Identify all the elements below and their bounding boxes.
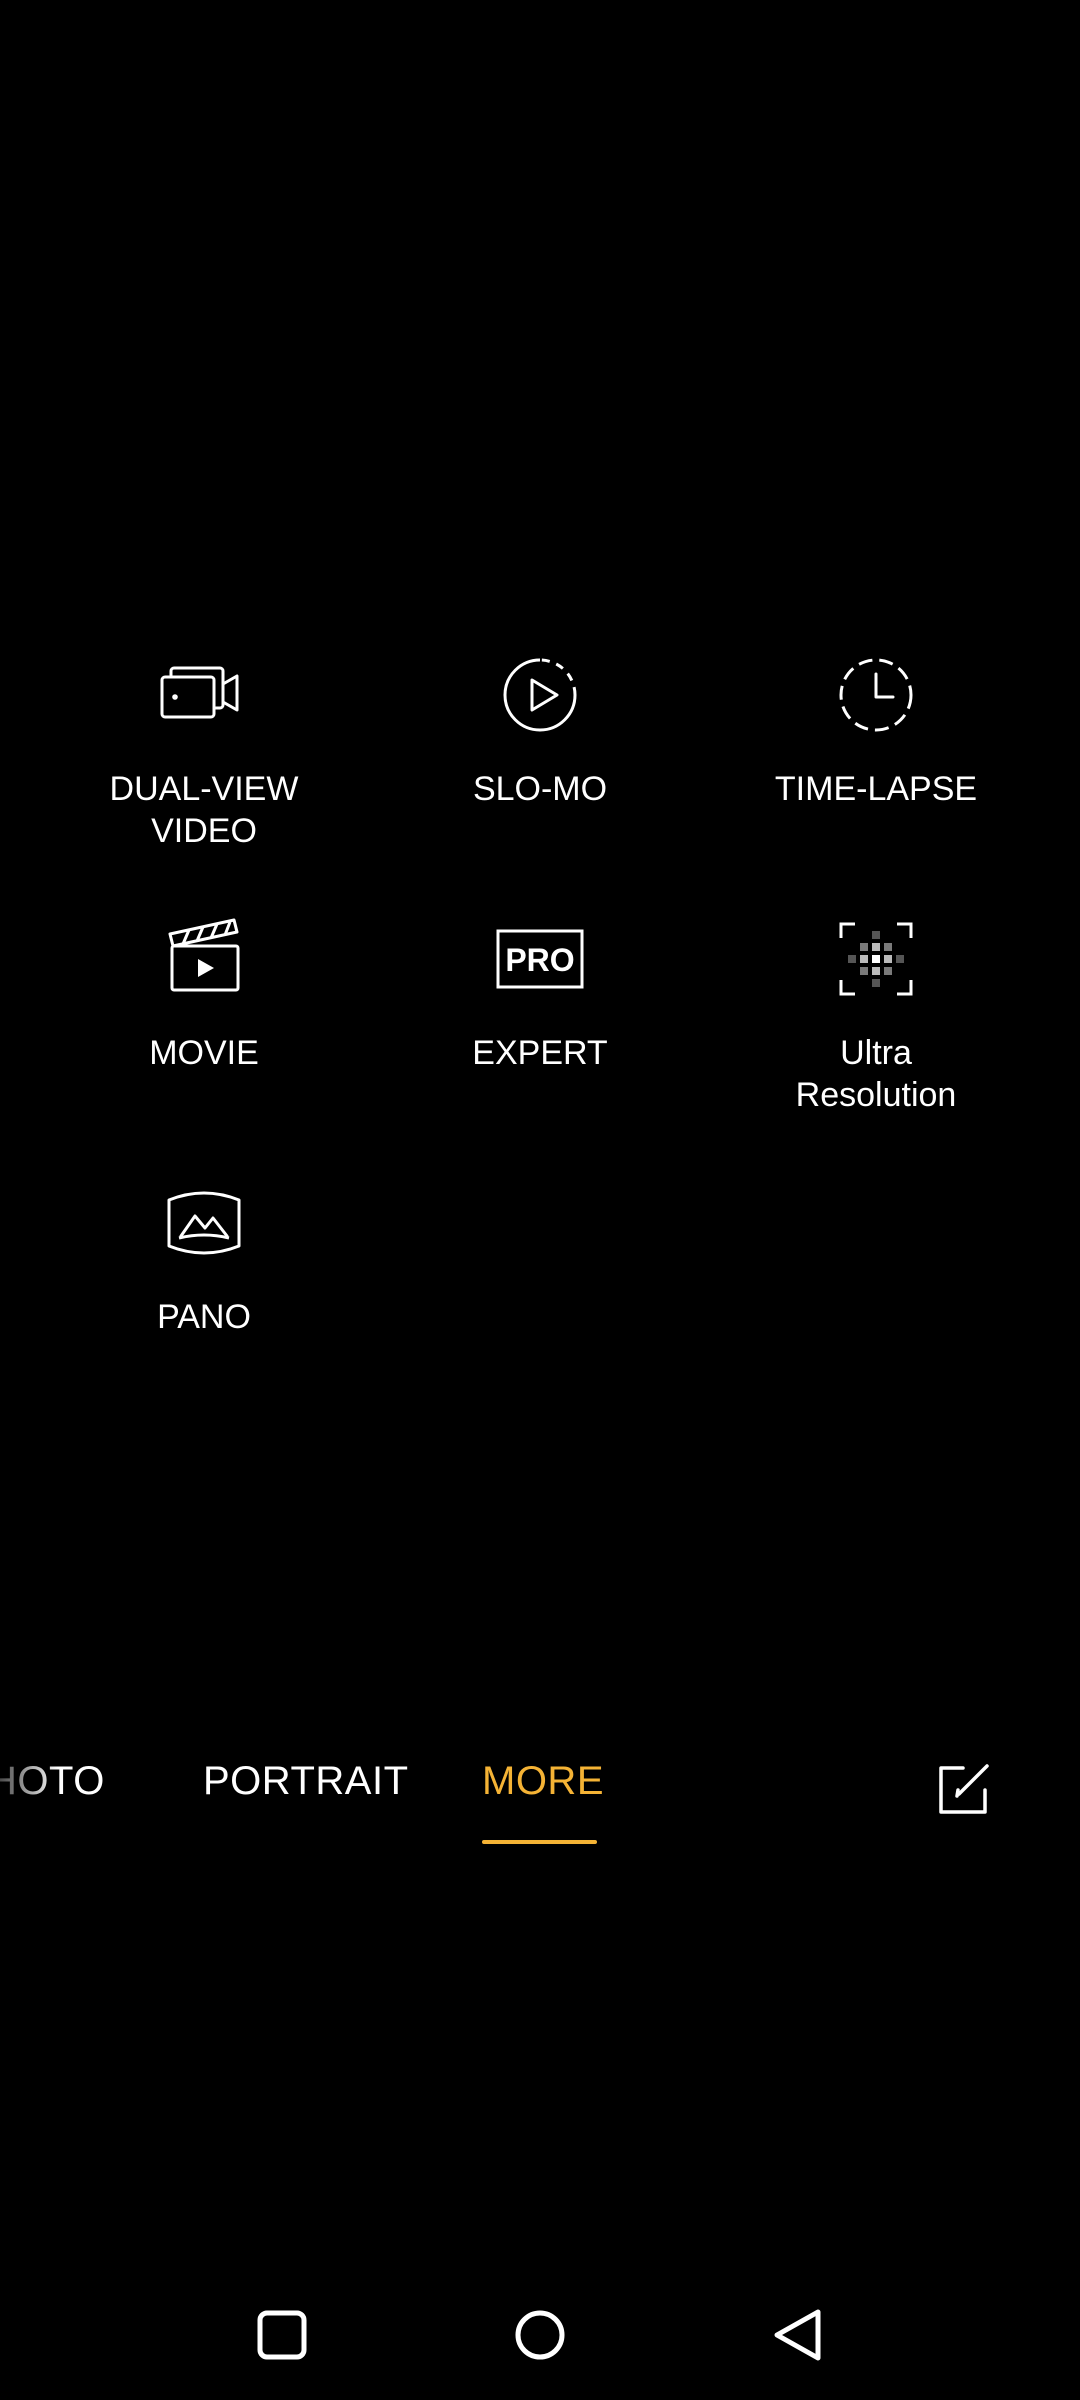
selected-tab-indicator [482,1840,597,1844]
mode-pano[interactable]: PANO [54,1178,354,1338]
mode-label: TIME-LAPSE [774,770,978,808]
mode-label: EXPERT [472,1034,608,1072]
camera-more-modes-screen: DUAL-VIEW VIDEO SLO-MO TIME-LAPSE MOVIE [0,0,1080,2400]
mode-label: SLO-MO [472,770,608,808]
mode-label: DUAL-VIEW VIDEO [109,770,299,850]
mode-slo-mo[interactable]: SLO-MO [390,650,690,810]
mode-label: PANO [157,1298,251,1336]
mode-label: MOVIE [149,1034,259,1072]
slo-mo-icon [503,658,577,732]
edit-icon[interactable] [935,1760,993,1818]
back-icon[interactable] [763,2300,833,2370]
recents-icon[interactable] [247,2300,317,2370]
mode-movie[interactable]: MOVIE [54,914,354,1074]
svg-text:PRO: PRO [505,942,574,978]
mode-expert[interactable]: PRO EXPERT [390,914,690,1074]
mode-dual-view-video[interactable]: DUAL-VIEW VIDEO [54,650,354,852]
home-icon[interactable] [505,2300,575,2370]
tab-photo[interactable]: HOTO [0,1756,105,1806]
mode-ultra-resolution[interactable]: Ultra Resolution [726,914,1026,1116]
mode-label: Ultra Resolution [795,1034,957,1114]
pano-icon [167,1191,241,1255]
tab-portrait[interactable]: PORTRAIT [203,1756,409,1806]
ultra-resolution-icon [839,922,913,996]
dual-view-video-icon [160,666,239,719]
mode-time-lapse[interactable]: TIME-LAPSE [726,650,1026,810]
camera-mode-bar: HOTO PORTRAIT MORE [0,1748,1080,1858]
tab-more[interactable]: MORE [482,1756,604,1806]
expert-pro-icon: PRO [496,929,584,989]
time-lapse-icon [839,658,913,732]
movie-icon [168,918,240,992]
